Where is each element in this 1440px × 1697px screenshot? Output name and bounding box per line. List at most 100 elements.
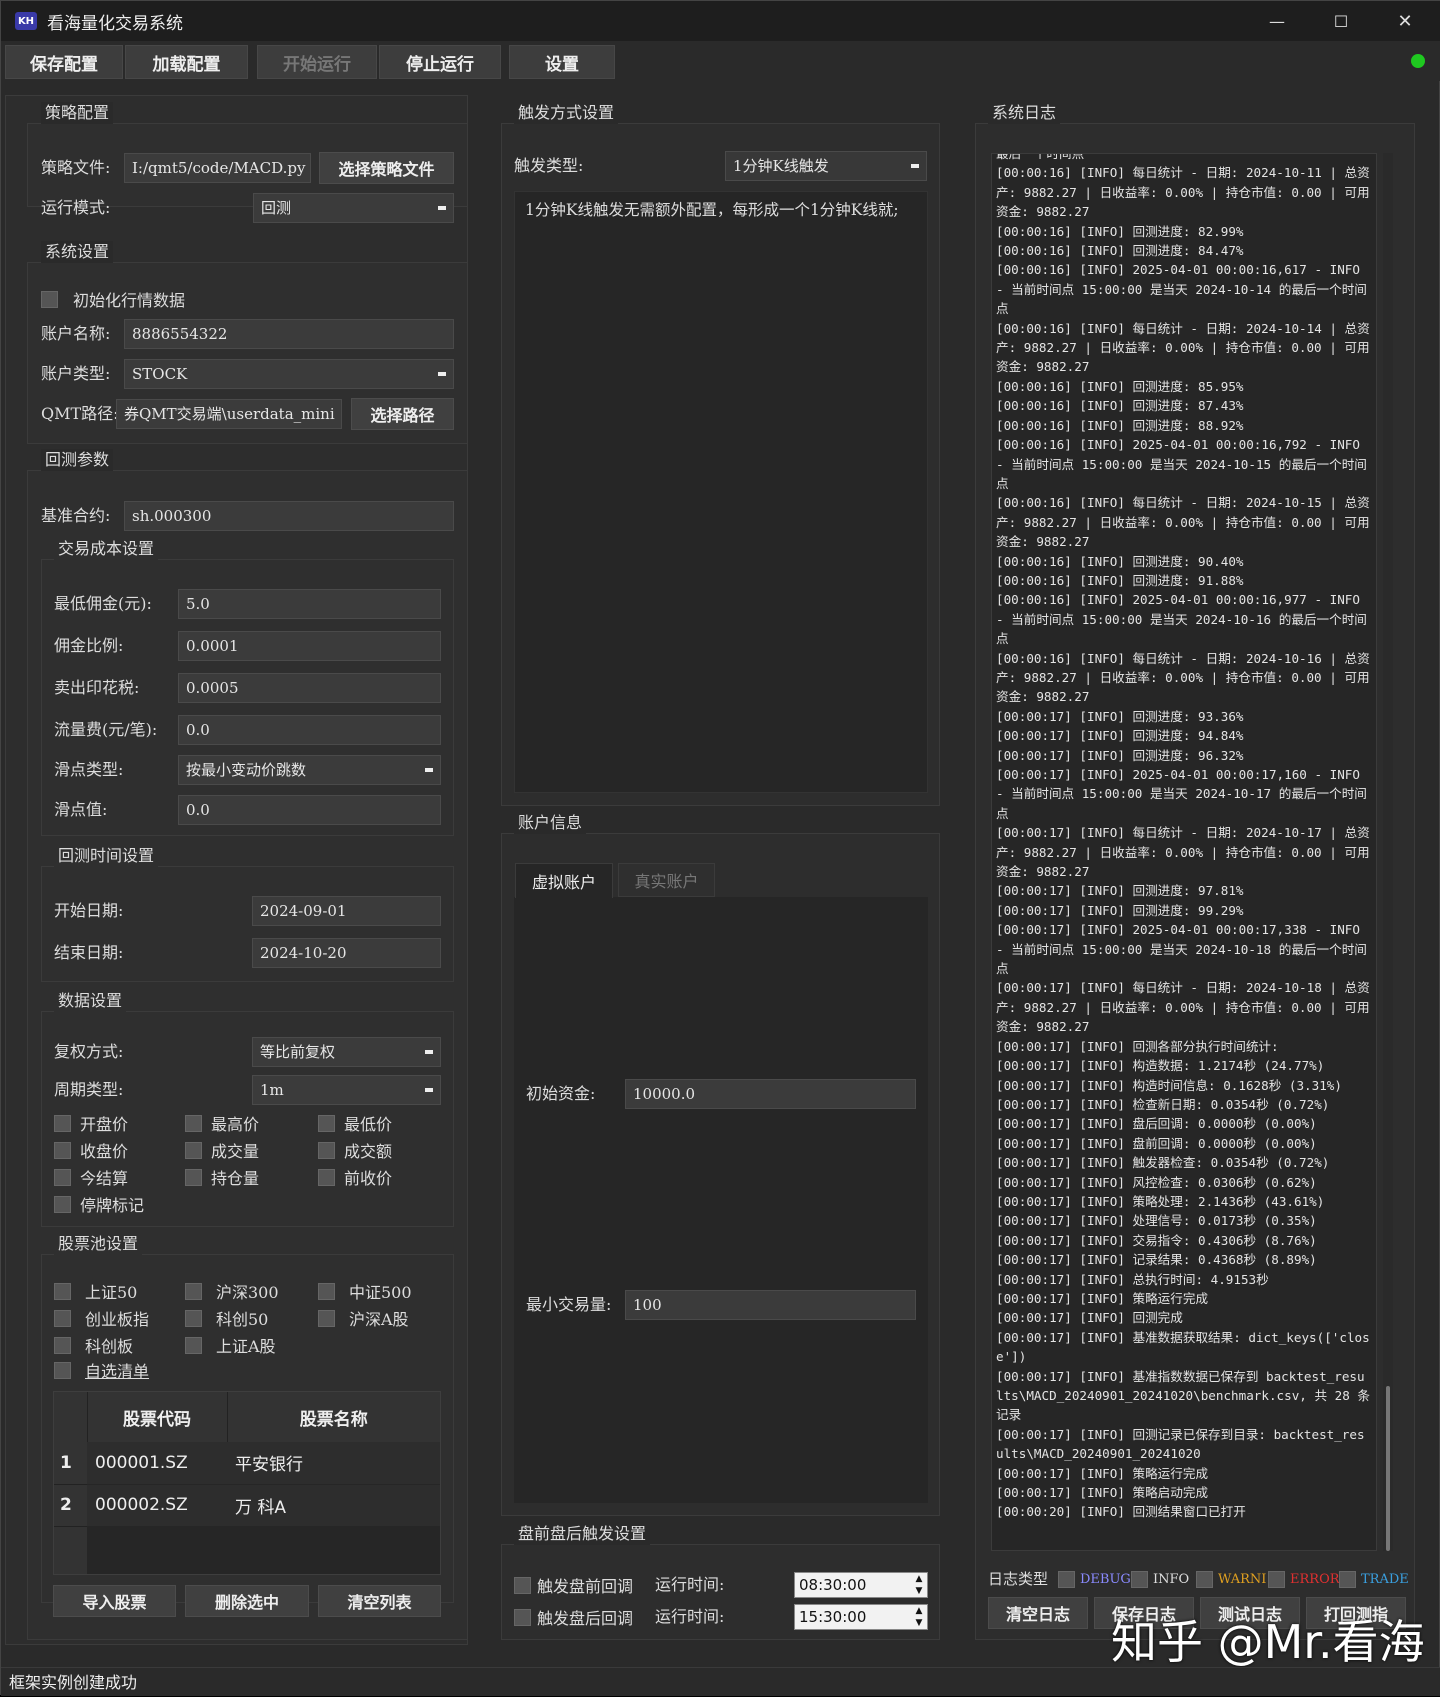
benchmark-input[interactable]: sh.000300 xyxy=(124,501,454,531)
log-type-checkbox[interactable]: ERROR xyxy=(1268,1567,1340,1591)
delete-selected-button[interactable]: 删除选中 xyxy=(185,1585,309,1617)
checkbox-box xyxy=(54,1282,71,1300)
checkbox-box xyxy=(1058,1570,1075,1588)
dropdown-arrow-icon xyxy=(425,1050,433,1054)
tab-real-account[interactable]: 真实账户 xyxy=(618,863,715,897)
table-row[interactable]: 1 000001.SZ 平安银行 xyxy=(54,1442,440,1485)
pool-checkbox[interactable]: 科创板 xyxy=(54,1333,133,1357)
save-config-button[interactable]: 保存配置 xyxy=(5,45,123,79)
initial-capital-label: 初始资金: xyxy=(526,1084,596,1103)
post-market-checkbox[interactable]: 触发盘后回调 xyxy=(514,1605,633,1629)
settings-button[interactable]: 设置 xyxy=(509,45,615,79)
period-select[interactable]: 1m xyxy=(252,1075,441,1105)
slippage-type-select[interactable]: 按最小变动价跳数 xyxy=(178,755,441,785)
min-volume-input[interactable]: 100 xyxy=(625,1290,916,1320)
account-name-input[interactable]: 8886554322 xyxy=(124,319,454,349)
clear-log-button[interactable]: 清空日志 xyxy=(988,1597,1088,1629)
spin-down-icon[interactable]: ▼ xyxy=(911,1617,927,1629)
load-config-button[interactable]: 加载配置 xyxy=(125,45,248,79)
field-checkbox[interactable]: 最高价 xyxy=(185,1111,259,1135)
dropdown-arrow-icon xyxy=(438,206,446,210)
spin-down-icon[interactable]: ▼ xyxy=(911,1585,927,1597)
qmt-path-input[interactable]: 券QMT交易端\userdata_mini xyxy=(116,399,342,429)
pre-time-input[interactable]: 08:30:00 ▲ ▼ xyxy=(794,1572,928,1598)
pool-checkbox[interactable]: 上证A股 xyxy=(185,1333,276,1357)
end-date-input[interactable]: 2024-10-20 xyxy=(252,938,441,968)
system-group-title: 系统设置 xyxy=(41,241,114,263)
start-run-button[interactable]: 开始运行 xyxy=(257,45,377,79)
pre-time-value: 08:30:00 xyxy=(799,1576,867,1594)
pool-checkbox[interactable]: 上证50 xyxy=(54,1279,137,1303)
flow-fee-input[interactable]: 0.0 xyxy=(178,715,441,745)
log-type-checkbox[interactable]: WARNI xyxy=(1196,1567,1266,1591)
strategy-group-title: 策略配置 xyxy=(41,102,114,124)
log-type-checkbox[interactable]: DEBUG xyxy=(1058,1567,1131,1591)
test-log-button[interactable]: 测试日志 xyxy=(1200,1597,1300,1629)
log-type-checkbox[interactable]: TRADE xyxy=(1339,1567,1409,1591)
field-checkbox[interactable]: 收盘价 xyxy=(54,1138,128,1162)
save-log-button[interactable]: 保存日志 xyxy=(1094,1597,1194,1629)
pool-checkbox[interactable]: 沪深A股 xyxy=(318,1306,409,1330)
log-view[interactable]: 最后一个时间点 [00:00:16] [INFO] 每日统计 - 日期: 202… xyxy=(991,153,1377,1551)
close-button[interactable]: ✕ xyxy=(1373,1,1437,41)
pre-market-checkbox[interactable]: 触发盘前回调 xyxy=(514,1573,633,1597)
init-data-checkbox[interactable]: 初始化行情数据 xyxy=(41,287,185,311)
pool-checkbox[interactable]: 创业板指 xyxy=(54,1306,149,1330)
field-checkbox[interactable]: 开盘价 xyxy=(54,1111,128,1135)
pool-checkbox[interactable]: 沪深300 xyxy=(185,1279,279,1303)
stop-run-button[interactable]: 停止运行 xyxy=(379,45,501,79)
tab-virtual-account[interactable]: 虚拟账户 xyxy=(515,863,613,898)
table-row[interactable]: 2 000002.SZ 万 科A xyxy=(54,1484,440,1527)
checkbox-box xyxy=(318,1168,335,1186)
checkbox-box xyxy=(1196,1570,1213,1588)
account-type-select[interactable]: STOCK xyxy=(124,359,454,389)
min-commission-input[interactable]: 5.0 xyxy=(178,589,441,619)
choose-strategy-button[interactable]: 选择策略文件 xyxy=(319,152,454,184)
log-type-checkbox[interactable]: INFO xyxy=(1131,1567,1189,1591)
custom-list-checkbox[interactable]: 自选清单 xyxy=(54,1358,149,1382)
field-checkbox[interactable]: 今结算 xyxy=(54,1165,128,1189)
field-label: 开盘价 xyxy=(80,1115,129,1134)
clear-list-button[interactable]: 清空列表 xyxy=(318,1585,441,1617)
report-button[interactable]: 打回测指 xyxy=(1306,1597,1406,1629)
slippage-value-input[interactable]: 0.0 xyxy=(178,795,441,825)
table-header-name: 股票名称 xyxy=(299,1409,368,1430)
pool-checkbox[interactable]: 科创50 xyxy=(185,1306,268,1330)
cost-group-title: 交易成本设置 xyxy=(54,538,159,560)
commission-rate-input[interactable]: 0.0001 xyxy=(178,631,441,661)
adjust-select[interactable]: 等比前复权 xyxy=(252,1037,441,1067)
trigger-type-select[interactable]: 1分钟K线触发 xyxy=(725,151,927,181)
window-title: 看海量化交易系统 xyxy=(47,13,183,34)
start-date-input[interactable]: 2024-09-01 xyxy=(252,896,441,926)
checkbox-box xyxy=(1131,1570,1148,1588)
slippage-value-label: 滑点值: xyxy=(54,800,108,819)
choose-path-button[interactable]: 选择路径 xyxy=(351,398,454,430)
minimize-button[interactable]: — xyxy=(1245,1,1309,41)
log-type-name: INFO xyxy=(1153,1571,1190,1587)
field-checkbox[interactable]: 前收价 xyxy=(318,1165,392,1189)
maximize-button[interactable]: ☐ xyxy=(1309,1,1373,41)
field-checkbox[interactable]: 成交量 xyxy=(185,1138,259,1162)
field-checkbox[interactable]: 成交额 xyxy=(318,1138,392,1162)
log-scrollbar[interactable] xyxy=(1383,153,1393,1551)
checkbox-box xyxy=(54,1336,71,1354)
field-checkbox[interactable]: 最低价 xyxy=(318,1111,392,1135)
dropdown-arrow-icon xyxy=(438,372,446,376)
pool-checkbox[interactable]: 中证500 xyxy=(318,1279,412,1303)
field-checkbox[interactable]: 停牌标记 xyxy=(54,1192,144,1216)
field-checkbox[interactable]: 持仓量 xyxy=(185,1165,259,1189)
dropdown-arrow-icon xyxy=(425,1088,433,1092)
run-mode-select[interactable]: 回测 xyxy=(253,193,454,223)
initial-capital-input[interactable]: 10000.0 xyxy=(625,1079,916,1109)
log-scrollbar-thumb[interactable] xyxy=(1386,1386,1390,1551)
run-mode-value: 回测 xyxy=(261,199,292,217)
post-time-input[interactable]: 15:30:00 ▲ ▼ xyxy=(794,1604,928,1630)
checkbox-box xyxy=(185,1309,202,1327)
import-stocks-button[interactable]: 导入股票 xyxy=(53,1585,176,1617)
checkbox-box xyxy=(54,1114,71,1132)
checkbox-box xyxy=(41,290,58,308)
stamp-tax-input[interactable]: 0.0005 xyxy=(178,673,441,703)
field-label: 最低价 xyxy=(344,1115,393,1134)
strategy-file-input[interactable]: I:/qmt5/code/MACD.py xyxy=(124,153,311,183)
main-window: KH 看海量化交易系统 — ☐ ✕ 保存配置 加载配置 开始运行 停止运行 设置… xyxy=(0,0,1440,1696)
